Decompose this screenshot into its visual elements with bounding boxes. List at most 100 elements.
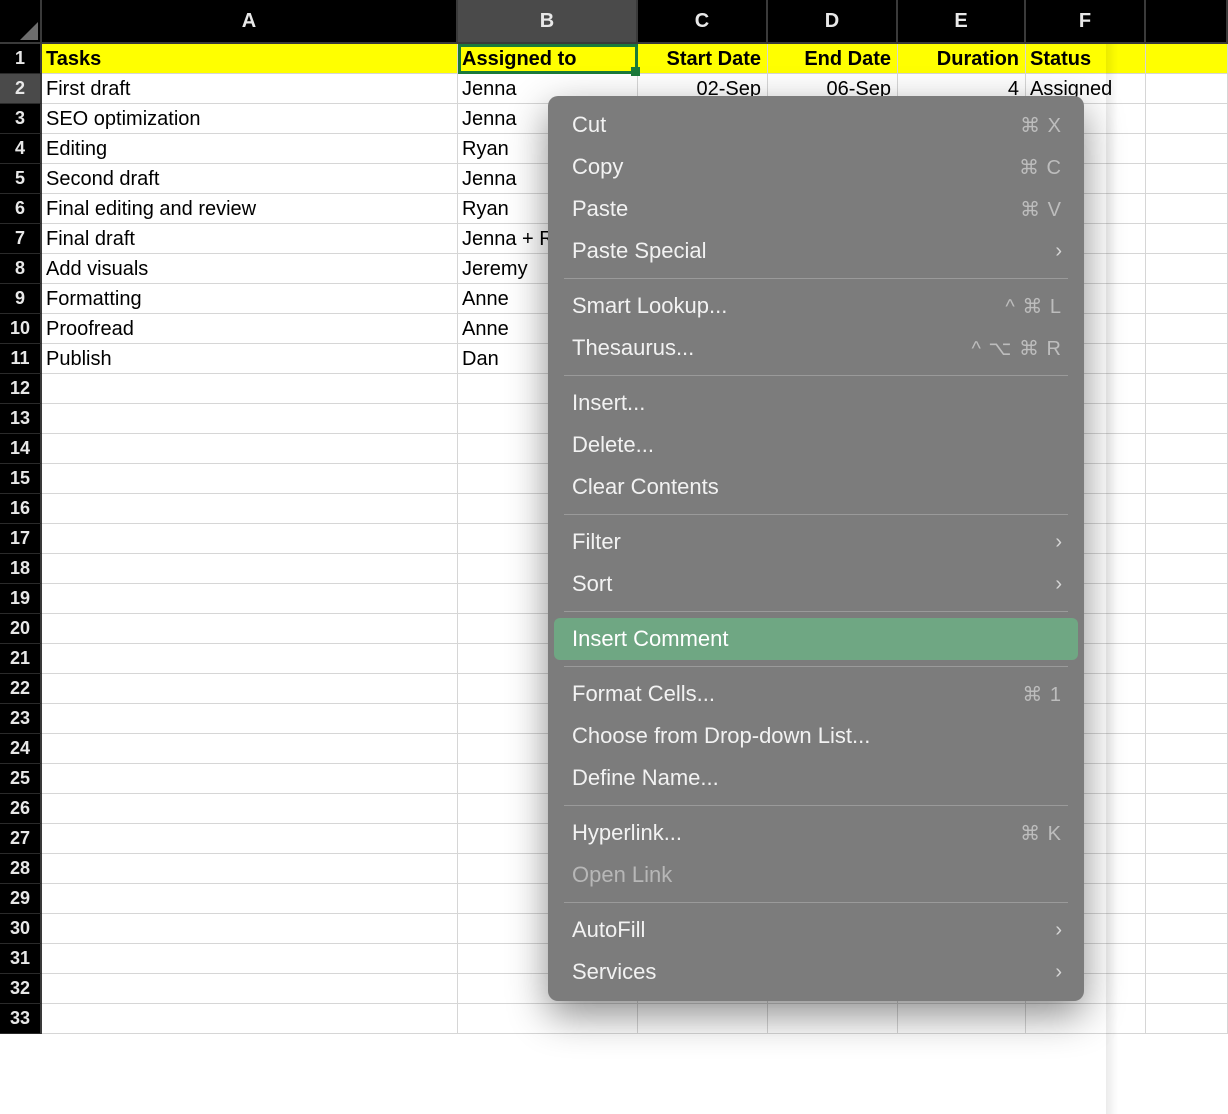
menu-copy[interactable]: Copy ⌘ C [554, 146, 1078, 188]
cell[interactable] [42, 584, 458, 614]
cell[interactable] [42, 944, 458, 974]
cell[interactable] [42, 764, 458, 794]
cell[interactable] [1146, 74, 1228, 104]
cell[interactable] [1146, 44, 1228, 74]
menu-clear-contents[interactable]: Clear Contents [554, 466, 1078, 508]
row-head[interactable]: 26 [0, 794, 42, 824]
row-head[interactable]: 5 [0, 164, 42, 194]
cell[interactable] [1146, 314, 1228, 344]
cell[interactable] [1026, 1004, 1146, 1034]
cell[interactable] [1146, 404, 1228, 434]
cell[interactable] [1146, 914, 1228, 944]
cell[interactable] [42, 1004, 458, 1034]
cell[interactable]: Duration [898, 44, 1026, 74]
row-head[interactable]: 18 [0, 554, 42, 584]
select-all-corner[interactable] [0, 0, 42, 44]
cell[interactable] [1146, 734, 1228, 764]
row-head[interactable]: 6 [0, 194, 42, 224]
cell[interactable] [42, 734, 458, 764]
menu-define-name[interactable]: Define Name... [554, 757, 1078, 799]
cell[interactable] [42, 674, 458, 704]
row-head[interactable]: 30 [0, 914, 42, 944]
menu-services[interactable]: Services › [554, 951, 1078, 993]
row-head[interactable]: 24 [0, 734, 42, 764]
cell[interactable] [42, 884, 458, 914]
menu-autofill[interactable]: AutoFill › [554, 909, 1078, 951]
row-head[interactable]: 12 [0, 374, 42, 404]
cell[interactable]: Publish [42, 344, 458, 374]
row-head[interactable]: 20 [0, 614, 42, 644]
row-head[interactable]: 10 [0, 314, 42, 344]
menu-thesaurus[interactable]: Thesaurus... ^ ⌥ ⌘ R [554, 327, 1078, 369]
cell[interactable] [42, 554, 458, 584]
cell[interactable] [1146, 494, 1228, 524]
cell[interactable] [42, 854, 458, 884]
row-head[interactable]: 3 [0, 104, 42, 134]
menu-insert-comment[interactable]: Insert Comment [554, 618, 1078, 660]
cell[interactable]: Status [1026, 44, 1146, 74]
row-head[interactable]: 11 [0, 344, 42, 374]
cell[interactable] [42, 704, 458, 734]
cell[interactable] [42, 464, 458, 494]
row-head[interactable]: 8 [0, 254, 42, 284]
menu-cut[interactable]: Cut ⌘ X [554, 104, 1078, 146]
row-head[interactable]: 21 [0, 644, 42, 674]
row-head[interactable]: 9 [0, 284, 42, 314]
row-head[interactable]: 27 [0, 824, 42, 854]
cell[interactable] [1146, 854, 1228, 884]
cell[interactable]: Editing [42, 134, 458, 164]
cell[interactable]: Formatting [42, 284, 458, 314]
menu-paste-special[interactable]: Paste Special › [554, 230, 1078, 272]
row-head[interactable]: 13 [0, 404, 42, 434]
row-head[interactable]: 16 [0, 494, 42, 524]
cell[interactable] [1146, 104, 1228, 134]
cell[interactable] [1146, 794, 1228, 824]
row-head[interactable]: 29 [0, 884, 42, 914]
cell[interactable] [1146, 164, 1228, 194]
col-head-d[interactable]: D [768, 0, 898, 44]
cell[interactable]: SEO optimization [42, 104, 458, 134]
cell[interactable] [1146, 524, 1228, 554]
cell[interactable] [1146, 434, 1228, 464]
cell[interactable] [458, 1004, 638, 1034]
cell[interactable] [898, 1004, 1026, 1034]
cell[interactable] [42, 434, 458, 464]
cell[interactable] [42, 374, 458, 404]
cell[interactable] [1146, 704, 1228, 734]
cell[interactable] [1146, 464, 1228, 494]
row-head[interactable]: 22 [0, 674, 42, 704]
menu-delete[interactable]: Delete... [554, 424, 1078, 466]
cell[interactable] [42, 794, 458, 824]
menu-filter[interactable]: Filter › [554, 521, 1078, 563]
cell[interactable] [42, 614, 458, 644]
row-head[interactable]: 14 [0, 434, 42, 464]
cell[interactable]: First draft [42, 74, 458, 104]
menu-insert[interactable]: Insert... [554, 382, 1078, 424]
cell[interactable] [1146, 254, 1228, 284]
cell[interactable]: Assigned to [458, 44, 638, 74]
col-head-blank[interactable] [1146, 0, 1228, 44]
cell[interactable]: Final editing and review [42, 194, 458, 224]
cell[interactable] [42, 644, 458, 674]
cell[interactable]: Second draft [42, 164, 458, 194]
col-head-e[interactable]: E [898, 0, 1026, 44]
cell[interactable]: Tasks [42, 44, 458, 74]
cell[interactable] [42, 914, 458, 944]
cell[interactable] [1146, 224, 1228, 254]
cell[interactable] [1146, 614, 1228, 644]
cell[interactable] [1146, 194, 1228, 224]
cell[interactable]: Start Date [638, 44, 768, 74]
col-head-b[interactable]: B [458, 0, 638, 44]
cell[interactable] [42, 524, 458, 554]
cell[interactable]: Proofread [42, 314, 458, 344]
cell[interactable] [638, 1004, 768, 1034]
row-head[interactable]: 19 [0, 584, 42, 614]
cell[interactable] [1146, 584, 1228, 614]
menu-sort[interactable]: Sort › [554, 563, 1078, 605]
row-head[interactable]: 17 [0, 524, 42, 554]
cell[interactable] [1146, 644, 1228, 674]
col-head-f[interactable]: F [1026, 0, 1146, 44]
cell[interactable]: End Date [768, 44, 898, 74]
menu-dropdown-list[interactable]: Choose from Drop-down List... [554, 715, 1078, 757]
cell[interactable] [768, 1004, 898, 1034]
